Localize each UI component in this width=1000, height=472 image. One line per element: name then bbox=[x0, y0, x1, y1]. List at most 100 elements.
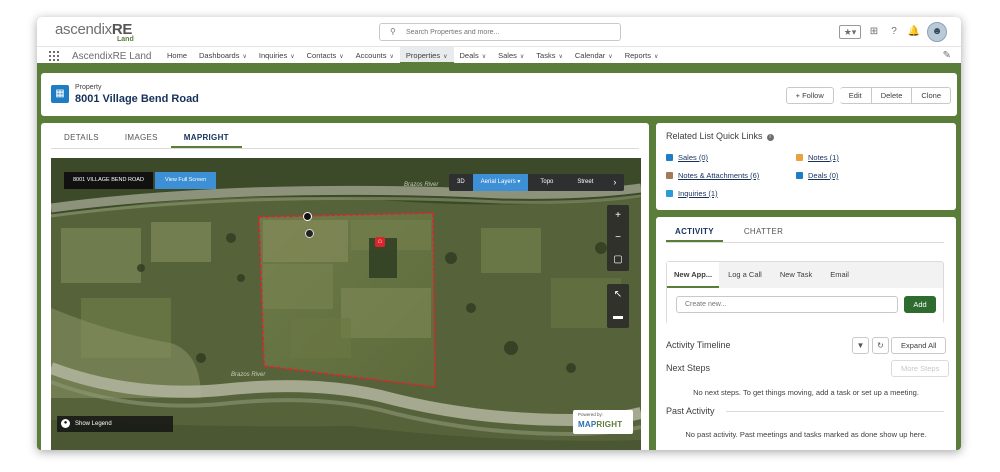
search-icon: ⚲ bbox=[390, 27, 396, 36]
composer-tab[interactable]: Log a Call bbox=[719, 262, 771, 288]
nav-item-deals[interactable]: Deals ∨ bbox=[454, 47, 493, 64]
3d-toggle[interactable]: 3D bbox=[449, 174, 473, 191]
next-steps-title: Next Steps bbox=[666, 363, 711, 373]
activity-panel: ACTIVITY CHATTER New App... Log a Call New … bbox=[656, 217, 956, 450]
edit-button[interactable]: Edit bbox=[839, 87, 872, 104]
global-actions-plus-icon[interactable]: ⊞ bbox=[867, 25, 881, 39]
activity-timeline-title: Activity Timeline bbox=[666, 340, 731, 350]
search-input[interactable] bbox=[406, 26, 611, 38]
river-label: Brazos River bbox=[231, 372, 266, 378]
tab-images[interactable]: IMAGES bbox=[112, 129, 171, 148]
nav-item-tasks[interactable]: Tasks ∨ bbox=[530, 47, 569, 64]
tab-details[interactable]: DETAILS bbox=[51, 129, 112, 148]
mapright-badge[interactable]: Powered by: MAPRIGHT bbox=[573, 410, 633, 434]
delete-button[interactable]: Delete bbox=[871, 87, 913, 104]
chevron-right-icon[interactable]: › bbox=[605, 174, 624, 191]
aerial-layers-dropdown[interactable]: Aerial Layers ▾ bbox=[472, 174, 529, 191]
nav-item-sales[interactable]: Sales ∨ bbox=[492, 47, 530, 64]
quick-link[interactable]: Notes & Attachments (6) bbox=[666, 171, 759, 180]
divider bbox=[726, 411, 944, 412]
chevron-down-icon[interactable]: ∨ bbox=[654, 54, 658, 60]
mapright-map[interactable]: Brazos River Brazos River ⌂ 8001 VILLAGE… bbox=[51, 158, 641, 450]
measure-ruler-icon[interactable]: ▬ bbox=[607, 306, 629, 328]
past-activity-empty-message: No past activity. Past meetings and task… bbox=[685, 430, 927, 439]
river-label: Brazos River bbox=[404, 182, 439, 188]
quick-links-title: Related List Quick Links i bbox=[666, 131, 774, 141]
quick-link[interactable]: Deals (0) bbox=[796, 171, 838, 180]
chevron-down-icon[interactable]: ∨ bbox=[608, 54, 612, 60]
nav-item-dashboards[interactable]: Dashboards ∨ bbox=[193, 47, 253, 64]
info-icon[interactable]: i bbox=[766, 134, 774, 141]
composer-tab[interactable]: New Task bbox=[771, 262, 821, 288]
related-list-icon bbox=[666, 190, 673, 197]
app-launcher-waffle-icon[interactable] bbox=[49, 51, 59, 61]
legend-icon: ● bbox=[61, 419, 70, 428]
filter-icon[interactable]: ▼ bbox=[852, 337, 869, 354]
quick-link[interactable]: Notes (1) bbox=[796, 153, 839, 162]
follow-button[interactable]: + Follow bbox=[785, 87, 834, 104]
zoom-out-minus-icon[interactable]: − bbox=[607, 227, 629, 249]
notifications-bell-icon[interactable]: 🔔 bbox=[907, 25, 921, 39]
chevron-down-icon[interactable]: ∨ bbox=[520, 54, 524, 60]
related-list-icon bbox=[666, 172, 673, 179]
app-logo[interactable]: ascendixRE Land bbox=[55, 21, 134, 43]
nav-item-accounts[interactable]: Accounts ∨ bbox=[350, 47, 400, 64]
chevron-down-icon[interactable]: ∨ bbox=[390, 54, 394, 60]
nav-item-properties[interactable]: Properties ∨ bbox=[399, 47, 454, 64]
add-button[interactable]: Add bbox=[904, 296, 936, 313]
tab-chatter[interactable]: CHATTER bbox=[735, 223, 792, 242]
home-marker-icon[interactable]: ⌂ bbox=[375, 237, 385, 247]
record-detail-panel: DETAILS IMAGES MAPRIGHT Brazos River Bra… bbox=[41, 123, 649, 450]
quick-link[interactable]: Inquiries (1) bbox=[666, 189, 718, 198]
tab-activity[interactable]: ACTIVITY bbox=[666, 223, 723, 242]
refresh-icon[interactable]: ↻ bbox=[872, 337, 889, 354]
create-new-input[interactable] bbox=[676, 296, 898, 313]
topo-layer[interactable]: Topo bbox=[528, 174, 565, 191]
view-full-screen-button[interactable]: View Full Screen bbox=[155, 172, 217, 189]
nav-item-calendar[interactable]: Calendar ∨ bbox=[569, 47, 619, 64]
nav-item-home[interactable]: Home bbox=[161, 47, 193, 64]
property-building-icon: ▦ bbox=[51, 85, 69, 103]
app-navigation: AscendixRE Land Home Dashboards ∨ Inquiries… bbox=[37, 46, 961, 66]
nav-item-reports[interactable]: Reports ∨ bbox=[619, 47, 665, 64]
help-icon[interactable]: ? bbox=[887, 25, 901, 39]
page-title: 8001 Village Bend Road bbox=[75, 93, 199, 105]
chevron-down-icon[interactable]: ∨ bbox=[242, 54, 246, 60]
zoom-in-plus-icon[interactable]: + bbox=[607, 205, 629, 227]
avatar[interactable]: ☻ bbox=[927, 22, 947, 42]
favorites-star-icon[interactable]: ★▾ bbox=[839, 25, 861, 39]
chevron-down-icon[interactable]: ∨ bbox=[443, 54, 447, 60]
clone-button[interactable]: Clone bbox=[912, 87, 951, 104]
activity-tabs: ACTIVITY CHATTER bbox=[666, 223, 944, 243]
edit-nav-pencil-icon[interactable]: ✎ bbox=[943, 50, 951, 61]
nav-items: Home Dashboards ∨ Inquiries ∨ Contacts ∨ Accoun… bbox=[161, 47, 664, 64]
chevron-down-icon[interactable]: ∨ bbox=[339, 54, 343, 60]
chevron-down-icon[interactable]: ∨ bbox=[290, 54, 294, 60]
fit-bounds-icon[interactable]: ▢ bbox=[607, 249, 629, 271]
composer-tabs: New App... Log a Call New Task Email bbox=[667, 262, 943, 288]
app-window: ascendixRE Land ⚲ ★▾ ⊞ ? 🔔 ☻ AscendixRE … bbox=[37, 17, 961, 450]
street-layer[interactable]: Street bbox=[565, 174, 605, 191]
logo-sub: Land bbox=[117, 36, 134, 43]
related-list-icon bbox=[796, 154, 803, 161]
map-pin-marker-icon[interactable] bbox=[303, 212, 312, 221]
aerial-map-imagery bbox=[51, 158, 641, 450]
record-actions: + Follow Edit Delete Clone bbox=[785, 87, 951, 104]
composer-tab[interactable]: New App... bbox=[667, 262, 720, 288]
expand-all-button[interactable]: Expand All bbox=[891, 337, 947, 354]
more-steps-button[interactable]: More Steps bbox=[891, 360, 950, 377]
map-compass-marker-icon[interactable] bbox=[305, 229, 314, 238]
next-steps-empty-message: No next steps. To get things moving, add… bbox=[693, 388, 919, 397]
composer-tab[interactable]: Email bbox=[821, 262, 858, 288]
global-header: ascendixRE Land ⚲ ★▾ ⊞ ? 🔔 ☻ bbox=[37, 17, 961, 46]
show-legend-toggle[interactable]: ● Show Legend bbox=[57, 416, 173, 432]
global-search[interactable]: ⚲ bbox=[379, 23, 621, 41]
chevron-down-icon[interactable]: ∨ bbox=[558, 54, 562, 60]
quick-link[interactable]: Sales (0) bbox=[666, 153, 708, 162]
related-list-quick-links: Related List Quick Links i Sales (0) Notes… bbox=[656, 123, 956, 210]
select-cursor-icon[interactable]: ↖ bbox=[607, 284, 629, 306]
nav-item-inquiries[interactable]: Inquiries ∨ bbox=[253, 47, 301, 64]
chevron-down-icon[interactable]: ∨ bbox=[482, 54, 486, 60]
nav-item-contacts[interactable]: Contacts ∨ bbox=[301, 47, 350, 64]
tab-mapright[interactable]: MAPRIGHT bbox=[170, 129, 242, 148]
